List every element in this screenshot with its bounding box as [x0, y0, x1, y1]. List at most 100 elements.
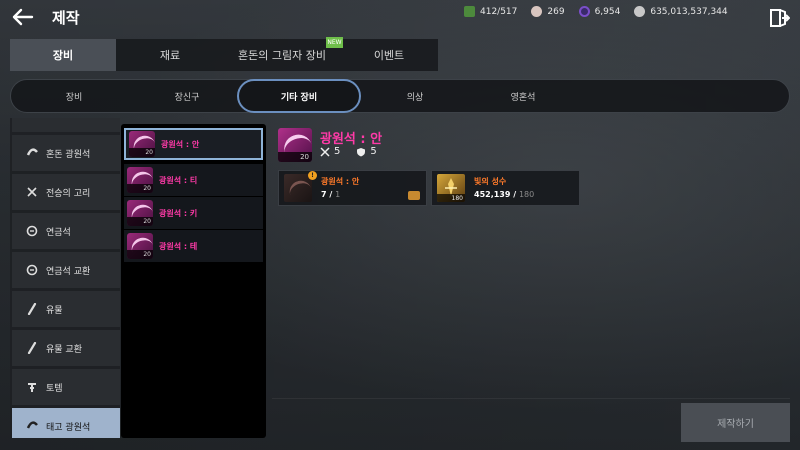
item-level: 20 [129, 148, 155, 157]
item-name: 광원석 : 안 [161, 139, 200, 149]
exit-button[interactable] [768, 7, 791, 29]
material-quantity: 7 / 1 [321, 190, 341, 199]
stone-icon [26, 225, 38, 237]
currency-bar: 412/517 269 6,954 635,013,537,344 [464, 6, 728, 17]
holy-water-icon: 180 [437, 174, 465, 202]
category-relic-exchange[interactable]: 유물 교환 [12, 330, 120, 366]
warning-icon: ! [308, 171, 317, 180]
tab-label: 혼돈의 그림자 장비 [238, 49, 326, 62]
subtab-soulstone[interactable]: 영혼석 [469, 80, 577, 112]
category-label: 토템 [46, 383, 63, 394]
lightstone-icon: 20 [129, 131, 155, 157]
material-slot[interactable]: 180 빛의 성수 452,139 / 180 [431, 170, 580, 206]
material-need: 180 [518, 190, 535, 199]
currency-value: 269 [547, 6, 565, 17]
top-bar: 제작 412/517 269 6,954 635,013,537,344 [0, 0, 800, 36]
subtab-other-equipment[interactable]: 기타 장비 [237, 79, 361, 113]
page-title: 제작 [52, 9, 80, 27]
main-tabs: 장비 재료 혼돈의 그림자 장비 NEW 이벤트 [10, 37, 438, 71]
chest-icon[interactable] [408, 191, 420, 200]
currency-value: 412/517 [480, 6, 518, 17]
gem-icon [26, 147, 38, 159]
category-totem[interactable]: 토템 [12, 369, 120, 405]
shield-icon [357, 147, 366, 156]
lightstone-icon: 20 [127, 233, 153, 259]
attack-stat: 5 [320, 146, 340, 157]
exit-door-icon [770, 9, 791, 27]
category-label: 태고 광원석 [46, 422, 91, 433]
category-label: 연금석 [46, 227, 71, 238]
item-name: 광원석 : 키 [159, 208, 198, 218]
detail-title: 광원석 : 안 [320, 132, 383, 147]
item-row[interactable]: 20 광원석 : 안 [124, 128, 263, 160]
material-slot[interactable]: ! 광원석 : 안 7 / 1 [278, 170, 427, 206]
tab-materials[interactable]: 재료 [116, 39, 224, 71]
pearl-icon [531, 6, 543, 17]
lightstone-icon: 20 [127, 200, 153, 226]
tab-equipment[interactable]: 장비 [10, 39, 116, 71]
back-arrow-icon [12, 8, 34, 26]
currency-value: 6,954 [594, 6, 621, 17]
currency-silver: 635,013,537,344 [634, 6, 728, 17]
lightstone-icon: 20 [127, 167, 153, 193]
item-level: 20 [278, 152, 312, 162]
divider [272, 398, 790, 399]
category-alchemy-stone-exchange[interactable]: 연금석 교환 [12, 252, 120, 288]
subtab-accessory[interactable]: 장신구 [137, 80, 237, 112]
category-label: 혼돈 광원석 [46, 149, 91, 160]
category-list-scroll-edge [12, 118, 120, 132]
defense-stat: 5 [356, 146, 377, 157]
category-primal-lightstone[interactable]: 태고 광원석 [12, 408, 120, 438]
crystal-icon [578, 6, 590, 17]
attack-value: 5 [334, 146, 341, 157]
item-level: 20 [127, 250, 153, 259]
back-button[interactable] [10, 4, 36, 30]
item-name: 광원석 : 티 [159, 175, 198, 185]
item-row[interactable]: 20 광원석 : 키 [124, 197, 263, 229]
currency-pearl: 269 [531, 6, 565, 17]
category-chaos-lightstone[interactable]: 혼돈 광원석 [12, 135, 120, 171]
craft-button[interactable]: 제작하기 [681, 403, 790, 442]
currency-energy: 412/517 [464, 6, 517, 17]
item-list[interactable]: 20 광원석 : 안 20 광원석 : 티 20 광원석 : 키 20 광원석 … [121, 124, 266, 438]
totem-icon [26, 381, 38, 393]
item-name: 광원석 : 테 [159, 241, 198, 251]
tab-chaos-shadow-equipment[interactable]: 혼돈의 그림자 장비 NEW [224, 37, 343, 71]
attack-icon [320, 146, 330, 157]
material-need: 1 [335, 190, 341, 199]
subtab-equipment[interactable]: 장비 [11, 80, 137, 112]
category-list[interactable]: 혼돈 광원석 전승의 고리 연금석 연금석 교환 유물 유물 교환 토템 태고 … [10, 118, 120, 438]
category-relic[interactable]: 유물 [12, 291, 120, 327]
material-level: 180 [437, 194, 465, 202]
energy-icon [464, 6, 475, 17]
material-have: 7 [321, 190, 327, 199]
currency-value: 635,013,537,344 [650, 6, 728, 17]
selected-item-icon[interactable]: 20 [278, 128, 312, 162]
category-label: 유물 [46, 305, 63, 316]
silver-coin-icon [634, 6, 646, 17]
item-row[interactable]: 20 광원석 : 티 [124, 164, 263, 196]
category-label: 유물 교환 [46, 344, 82, 355]
category-alchemy-stone[interactable]: 연금석 [12, 213, 120, 249]
category-label: 연금석 교환 [46, 266, 91, 277]
feather-icon [26, 303, 38, 315]
item-level: 20 [127, 217, 153, 226]
sub-tabs: 장비 장신구 기타 장비 의상 영혼석 [10, 79, 790, 113]
stone-icon [26, 264, 38, 276]
item-level: 20 [127, 184, 153, 193]
gem-icon [26, 420, 38, 432]
crossed-swords-icon [26, 186, 38, 198]
category-legacy-ring[interactable]: 전승의 고리 [12, 174, 120, 210]
defense-value: 5 [370, 146, 377, 157]
subtab-costume[interactable]: 의상 [361, 80, 469, 112]
category-label: 전승의 고리 [46, 188, 91, 199]
item-stats: 5 5 [320, 146, 377, 157]
material-quantity: 452,139 / 180 [474, 190, 535, 199]
tab-event[interactable]: 이벤트 [340, 39, 438, 71]
item-row[interactable]: 20 광원석 : 테 [124, 230, 263, 262]
feather-icon [26, 342, 38, 354]
lightstone-material-icon [284, 174, 312, 202]
material-name: 빛의 성수 [474, 177, 507, 186]
currency-crystal: 6,954 [578, 6, 621, 17]
material-name: 광원석 : 안 [321, 177, 360, 186]
